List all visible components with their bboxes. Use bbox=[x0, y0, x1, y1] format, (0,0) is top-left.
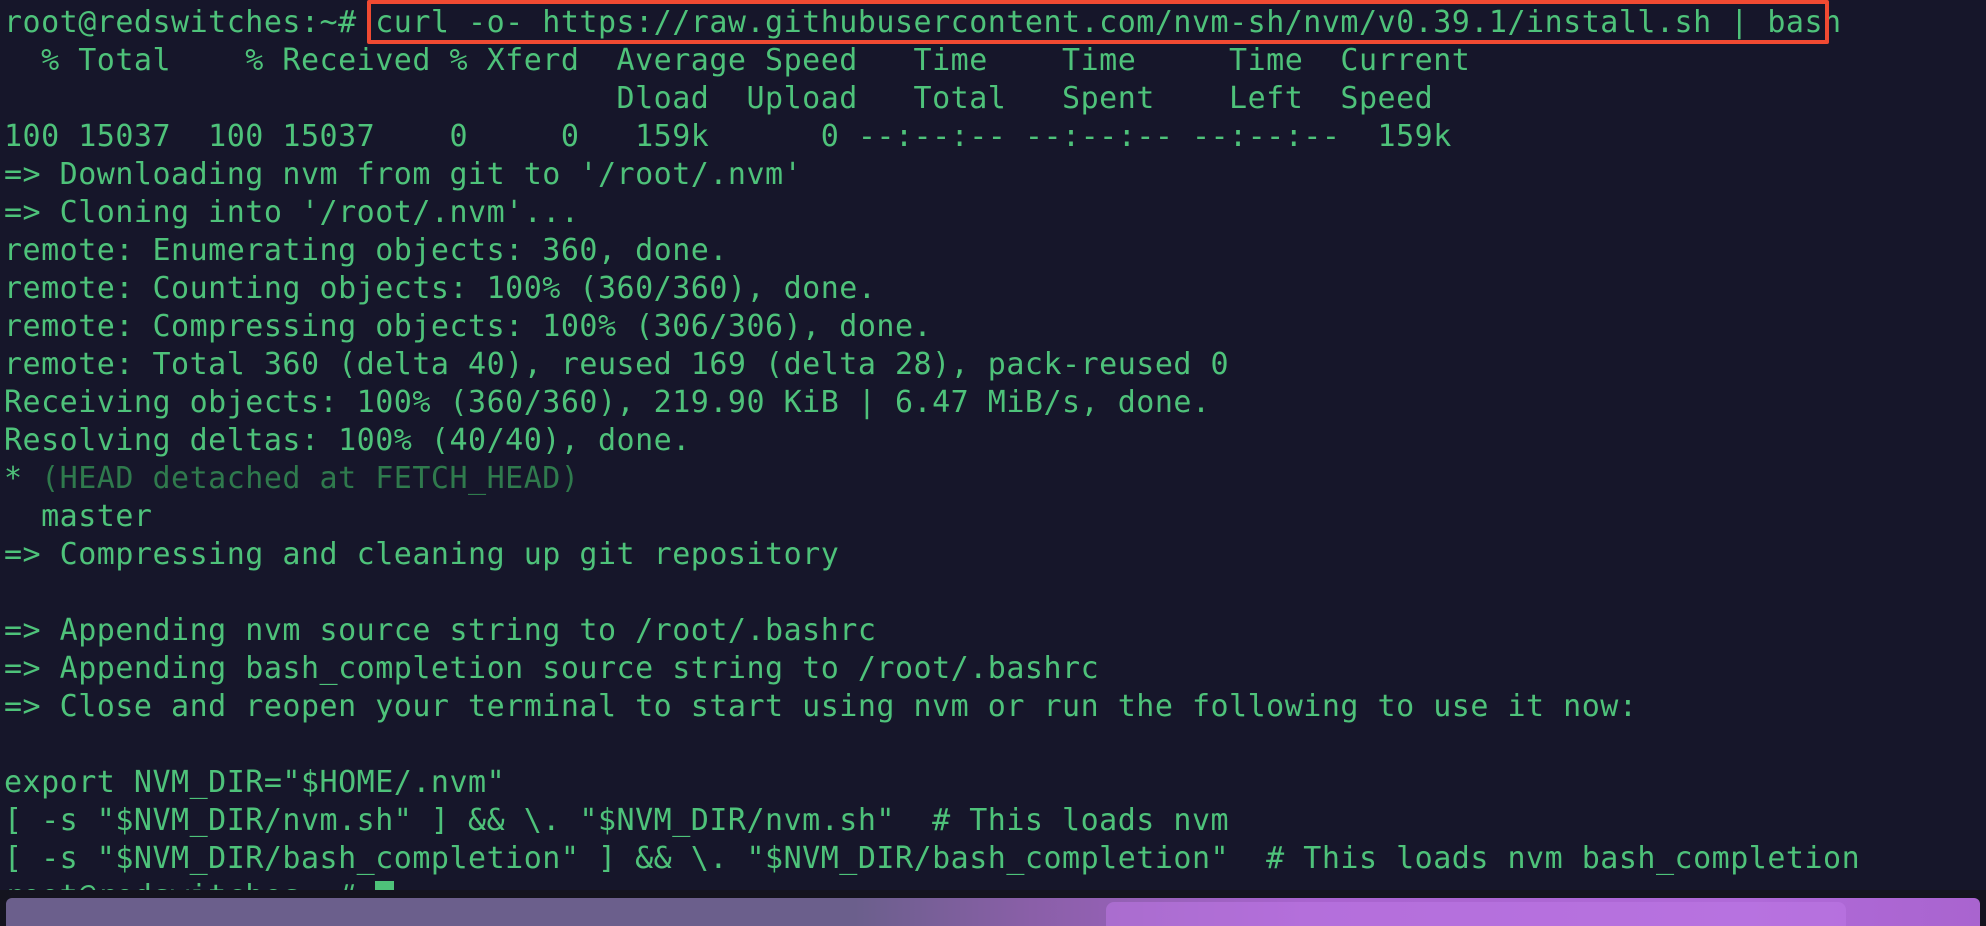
output-line: => Downloading nvm from git to '/root/.n… bbox=[4, 157, 803, 192]
output-line: remote: Enumerating objects: 360, done. bbox=[4, 233, 728, 268]
output-line: % Total % Received % Xferd Average Speed… bbox=[4, 43, 1471, 78]
terminal-window[interactable]: root@redswitches:~# curl -o- https://raw… bbox=[0, 0, 1986, 926]
output-line: remote: Counting objects: 100% (360/360)… bbox=[4, 271, 877, 306]
output-line: [ -s "$NVM_DIR/nvm.sh" ] && \. "$NVM_DIR… bbox=[4, 803, 1230, 838]
output-line: => Appending nvm source string to /root/… bbox=[4, 613, 877, 648]
output-line: Dload Upload Total Spent Left Speed bbox=[4, 81, 1434, 116]
output-line: Receiving objects: 100% (360/360), 219.9… bbox=[4, 385, 1211, 420]
output-line: Resolving deltas: 100% (40/40), done. bbox=[4, 423, 691, 458]
command-line: root@redswitches:~# curl -o- https://raw… bbox=[4, 0, 1986, 44]
output-line: 100 15037 100 15037 0 0 159k 0 --:--:-- … bbox=[4, 119, 1452, 154]
shell-prompt: root@redswitches:~# bbox=[4, 5, 357, 40]
taskbar-active-window-tab[interactable] bbox=[1106, 902, 1846, 926]
output-line: remote: Total 360 (delta 40), reused 169… bbox=[4, 347, 1230, 382]
branch-detached-label: (HEAD detached at FETCH_HEAD) bbox=[41, 461, 580, 496]
git-branch-master-line: master bbox=[4, 499, 153, 534]
curl-command[interactable]: curl -o- https://raw.githubusercontent.c… bbox=[375, 5, 1841, 40]
output-line: export NVM_DIR="$HOME/.nvm" bbox=[4, 765, 506, 800]
output-line: => Close and reopen your terminal to sta… bbox=[4, 689, 1638, 724]
output-line: => Cloning into '/root/.nvm'... bbox=[4, 195, 580, 230]
desktop-taskbar[interactable] bbox=[0, 890, 1986, 926]
git-branch-detached-line: * (HEAD detached at FETCH_HEAD) bbox=[4, 460, 1986, 498]
output-line: => Appending bash_completion source stri… bbox=[4, 651, 1100, 686]
terminal-screen[interactable]: root@redswitches:~# curl -o- https://raw… bbox=[0, 0, 1986, 914]
output-line: => Compressing and cleaning up git repos… bbox=[4, 537, 840, 572]
branch-current-marker: * bbox=[4, 461, 42, 496]
taskbar-strip[interactable] bbox=[6, 898, 1980, 926]
output-line: [ -s "$NVM_DIR/bash_completion" ] && \. … bbox=[4, 841, 1861, 876]
output-line: remote: Compressing objects: 100% (306/3… bbox=[4, 309, 933, 344]
